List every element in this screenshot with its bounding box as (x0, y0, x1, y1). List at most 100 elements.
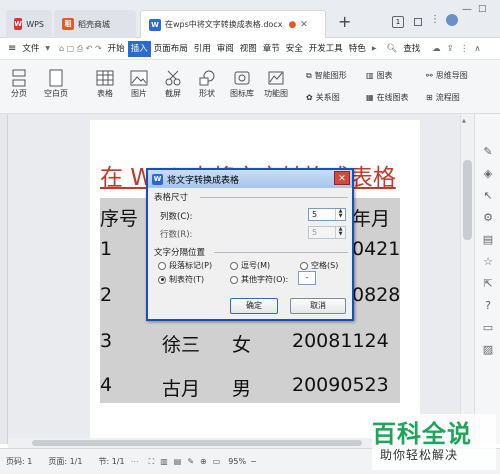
scroll-up-icon[interactable]: ▲ (462, 118, 466, 124)
function-chart-button[interactable]: 功能图 (264, 68, 288, 99)
blank-page-button[interactable]: 空白页 (44, 68, 68, 99)
tab-document[interactable]: W 在wps中将文字转换成表格.docx ● ✕ (140, 10, 326, 38)
icon-library-button[interactable]: 图标库 (230, 68, 254, 99)
maximize-icon[interactable]: □ (478, 4, 487, 14)
star-icon[interactable]: ☆ (475, 250, 500, 272)
status-more-icon[interactable]: ⋯ (131, 457, 139, 466)
menu-quick-icons[interactable]: ⌂ ▢ ⎙ ↶ ↷ (56, 41, 105, 57)
radio-comma[interactable] (230, 261, 238, 270)
convert-text-to-table-dialog: W 将文字转换成表格 ✕ 表格尺寸 列数(C): 5 ▲ ▼ 行数(R): 5 ▲… (146, 168, 354, 321)
dialog-titlebar[interactable]: W 将文字转换成表格 ✕ (148, 170, 352, 188)
format-icon[interactable]: ▤ (475, 228, 500, 250)
menu-insert[interactable]: 插入 (127, 40, 151, 57)
box-icon[interactable]: ▭ (475, 316, 500, 338)
radio-paragraph[interactable] (158, 261, 166, 270)
cell-header-date: 年月 (352, 208, 391, 230)
share-icon[interactable]: ⇪ (444, 41, 457, 57)
cancel-button[interactable]: 取消 (290, 298, 346, 314)
other-char-input[interactable]: - (298, 271, 316, 285)
ok-button[interactable]: 确定 (230, 298, 278, 314)
ribbon-toolbar: 分页 空白页 表格 图片 截屏 形状 图标库 功能图 ⧉ 智能图形 ✿ 关系图 ▥ 图… (0, 60, 500, 114)
option-paragraph[interactable]: 段落标记(P) (158, 260, 212, 271)
relation-button[interactable]: ✿ 关系图 (306, 92, 340, 103)
hamburger-icon[interactable]: ≡ (0, 41, 19, 57)
tab-daoke[interactable]: 稻 稻壳商城 (54, 10, 136, 38)
stepper-arrows-icon: ▲ ▼ (335, 227, 345, 238)
option-space[interactable]: 空格(S) (300, 260, 338, 271)
menu-reference[interactable]: 引用 (191, 41, 214, 57)
menu-bar: ≡ 文件 ▼ ⌂ ▢ ⎙ ↶ ↷ 开始 插入 页面布局 引用 审阅 视图 章节 … (0, 38, 500, 60)
zoom-out-icon[interactable]: − (250, 457, 257, 466)
fullscreen-icon[interactable]: ⛶ (149, 457, 155, 467)
relation-icon: ✿ (306, 93, 313, 102)
cell-row4-gender: 男 (232, 378, 252, 400)
cell-row1-date: 0421 (352, 238, 401, 260)
chart-button[interactable]: ▥ 图表 (366, 70, 393, 81)
help-icon[interactable]: ? (475, 294, 500, 316)
outline-view-icon[interactable]: ▭ (213, 457, 221, 466)
read-mode-icon[interactable]: ▥ (160, 457, 168, 466)
menu-more-icon[interactable]: ▶ (369, 41, 380, 57)
layers-icon[interactable]: ◈ (475, 162, 500, 184)
scroll-thumb[interactable] (463, 160, 472, 240)
hscroll-thumb[interactable] (32, 440, 362, 446)
radio-tab[interactable] (158, 275, 166, 284)
cell-row3-gender: 女 (232, 334, 252, 356)
chevron-down-icon[interactable]: ▼ (42, 41, 56, 57)
smart-shape-icon: ⧉ (306, 70, 312, 80)
shape-button[interactable]: 形状 (196, 68, 218, 99)
menu-developer[interactable]: 开发工具 (306, 41, 346, 57)
page-break-icon (8, 68, 30, 88)
picture-button[interactable]: 图片 (128, 68, 150, 99)
mind-map-button[interactable]: ⚯ 思维导图 (426, 70, 468, 81)
close-tab-icon[interactable]: ✕ (300, 20, 308, 30)
radio-other[interactable] (230, 275, 238, 284)
tab-wps[interactable]: W WPS (6, 10, 52, 38)
menu-review[interactable]: 审阅 (214, 41, 237, 57)
edit-view-icon[interactable]: ✎ (187, 457, 194, 466)
settings-sliders-icon[interactable]: ⚙ (475, 206, 500, 228)
more-icon[interactable]: ⋮ (457, 41, 472, 57)
menu-start[interactable]: 开始 (105, 41, 128, 57)
cols-stepper[interactable]: 5 ▲ ▼ (308, 208, 346, 221)
layout-icon[interactable] (414, 18, 422, 26)
radio-space[interactable] (300, 261, 308, 270)
tab-counter-badge[interactable]: 1 (392, 16, 404, 28)
menu-features[interactable]: 特色 (346, 41, 369, 57)
screenshot-button[interactable]: 截屏 (162, 68, 184, 99)
stepper-arrows-icon[interactable]: ▲ ▼ (335, 209, 345, 220)
new-tab-button[interactable]: + (338, 12, 351, 31)
online-chart-button[interactable]: ▦ 在线图表 (366, 92, 409, 103)
share-out-icon[interactable]: ⇱ (475, 272, 500, 294)
flowchart-button[interactable]: ⊞ 流程图 (426, 92, 460, 103)
avatar[interactable] (446, 14, 458, 26)
menu-layout[interactable]: 页面布局 (151, 41, 191, 57)
smart-shape-button[interactable]: ⧉ 智能图形 (306, 70, 347, 81)
search-button[interactable]: 查找 (400, 41, 423, 57)
image-icon[interactable]: ▨ (475, 338, 500, 360)
web-view-icon[interactable]: ⊕ (200, 457, 207, 466)
table-button[interactable]: 表格 (94, 68, 116, 99)
option-other[interactable]: 其他字符(O): (230, 274, 288, 285)
cell-row2-date: 0828 (352, 284, 401, 306)
menu-view[interactable]: 视图 (237, 41, 260, 57)
menu-chapter[interactable]: 章节 (260, 41, 283, 57)
cloud-icon[interactable]: ☁ (429, 41, 444, 57)
vertical-scrollbar[interactable]: ▲ (460, 114, 474, 444)
minimize-icon[interactable]: — (462, 4, 472, 15)
zoom-level[interactable]: 95% (228, 457, 246, 466)
divider (200, 197, 348, 198)
icon-library-icon (231, 68, 253, 88)
paging-button[interactable]: 分页 (8, 68, 30, 99)
close-icon[interactable]: ✕ (334, 171, 350, 185)
collapse-icon[interactable]: ∧ (471, 41, 483, 57)
option-comma[interactable]: 逗号(M) (230, 260, 270, 271)
menu-file[interactable]: 文件 (19, 41, 42, 57)
menu-dots-icon[interactable]: ⋮ (430, 14, 440, 25)
menu-security[interactable]: 安全 (283, 41, 306, 57)
search-icon[interactable]: 🔍︎ (383, 41, 400, 57)
edit-pen-icon[interactable]: ✎ (475, 140, 500, 162)
page-view-icon[interactable]: ▤ (174, 457, 182, 466)
cursor-select-icon[interactable]: ↖ (475, 184, 500, 206)
option-tab[interactable]: 制表符(T) (158, 274, 204, 285)
